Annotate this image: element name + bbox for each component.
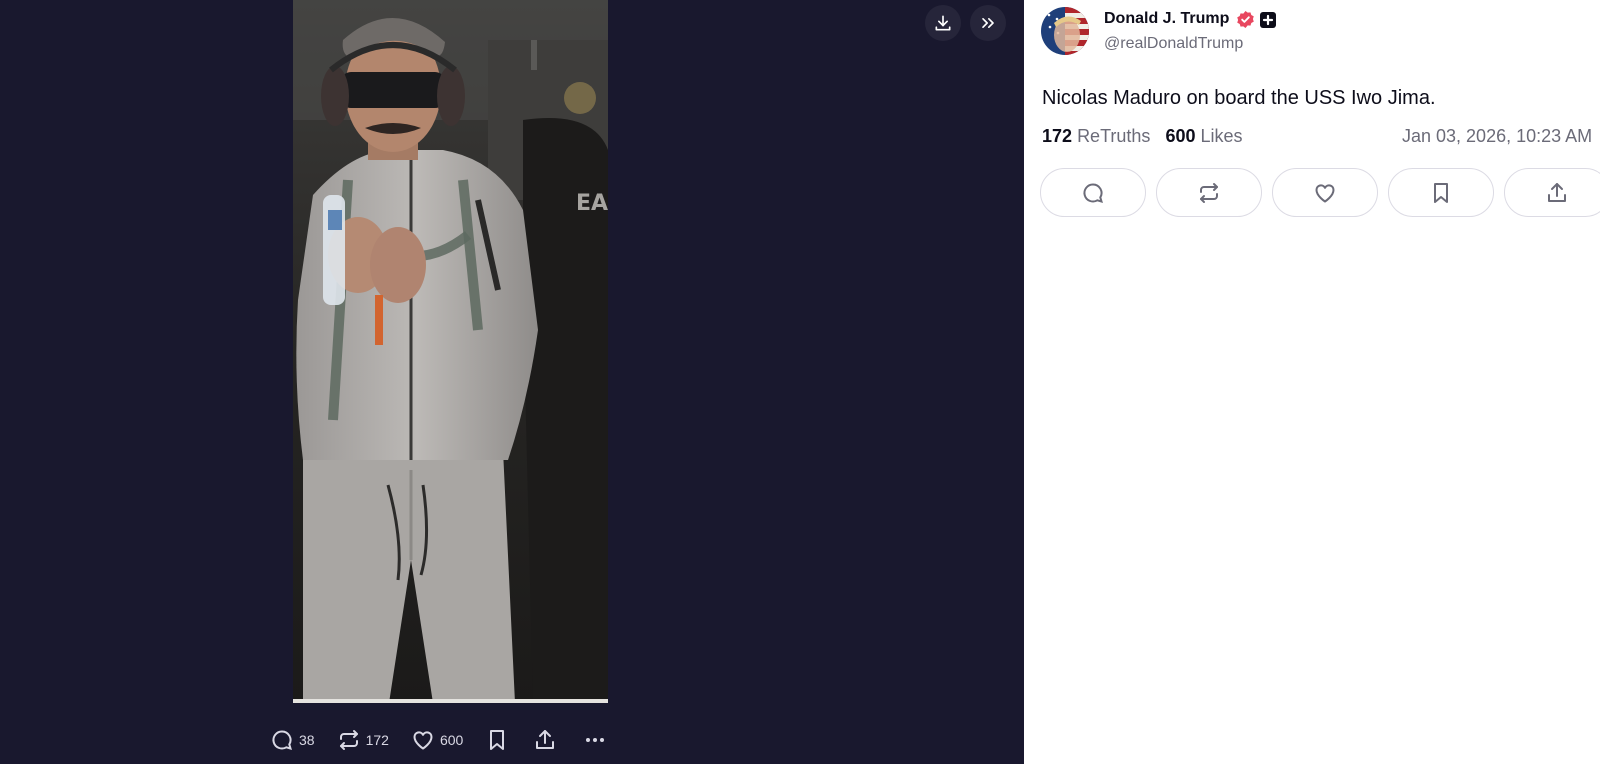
download-icon (935, 15, 951, 31)
reply-button[interactable] (1040, 168, 1146, 217)
retruth-icon (339, 730, 358, 750)
share-button[interactable] (1504, 168, 1600, 217)
plus-badge-icon (1260, 11, 1276, 28)
share-icon (1548, 182, 1566, 202)
like-action[interactable]: 600 (411, 728, 463, 752)
comment-icon (272, 730, 292, 750)
download-button[interactable] (925, 5, 961, 41)
bookmark-button[interactable] (1388, 168, 1494, 217)
share-icon (536, 730, 555, 749)
likes-label: Likes (1200, 126, 1243, 146)
reply-action[interactable]: 38 (270, 728, 315, 752)
post-photo[interactable]: EA (293, 0, 608, 703)
bookmark-icon (490, 730, 505, 750)
post-stats: 172 ReTruths 600 Likes (1042, 126, 1243, 147)
like-count: 600 (439, 732, 464, 748)
post-timestamp[interactable]: Jan 03, 2026, 10:23 AM (1402, 126, 1592, 147)
retruths-count: 172 (1042, 126, 1073, 146)
bookmark-icon (1434, 182, 1448, 203)
avatar[interactable] (1041, 7, 1089, 55)
reply-count: 38 (299, 732, 315, 748)
like-button[interactable] (1272, 168, 1378, 217)
retruth-action[interactable]: 172 (337, 728, 389, 752)
retruths-stat[interactable]: 172 ReTruths (1042, 126, 1150, 146)
media-action-bar: 38 172 600 (270, 722, 607, 758)
author-badges (1236, 10, 1276, 29)
comment-icon (1083, 182, 1103, 203)
post-detail-panel: Donald J. Trump @realDonaldTrump Nicolas… (1024, 0, 1600, 764)
chevrons-right-icon (982, 18, 994, 28)
verified-badge-icon (1237, 10, 1254, 29)
heart-icon (1315, 183, 1335, 202)
svg-text:EA: EA (576, 191, 608, 216)
media-viewer: EA 38 172 600 (0, 0, 1024, 764)
more-icon (586, 738, 605, 742)
retruths-label: ReTruths (1077, 126, 1151, 146)
expand-sidebar-button[interactable] (970, 5, 1006, 41)
more-action[interactable] (583, 728, 607, 752)
author-handle[interactable]: @realDonaldTrump (1104, 35, 1243, 53)
post-text: Nicolas Maduro on board the USS Iwo Jima… (1042, 87, 1436, 109)
retruth-button[interactable] (1156, 168, 1262, 217)
likes-count: 600 (1165, 126, 1196, 146)
likes-stat[interactable]: 600 Likes (1165, 126, 1242, 146)
share-action[interactable] (533, 728, 557, 752)
retruth-icon (1200, 182, 1218, 203)
heart-icon (413, 731, 433, 750)
retruth-count: 172 (365, 732, 389, 748)
bookmark-action[interactable] (485, 728, 509, 752)
author-name[interactable]: Donald J. Trump (1104, 10, 1229, 28)
